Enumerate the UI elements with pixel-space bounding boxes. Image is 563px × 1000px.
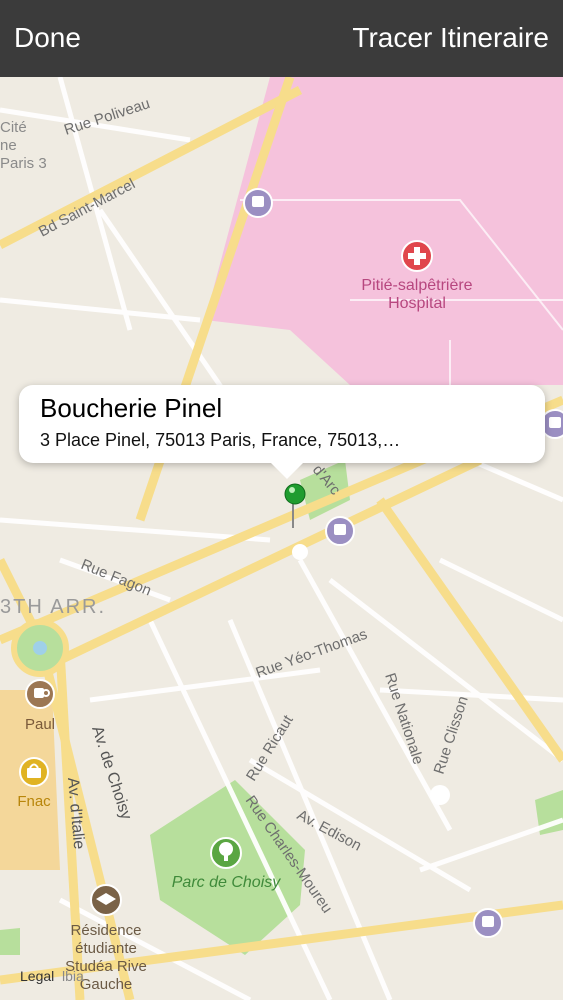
label-cite: Cité: [0, 119, 27, 136]
label-legal-suffix: lbia: [62, 968, 84, 984]
label-residence-4: Gauche: [80, 976, 133, 993]
transit-icon[interactable]: [243, 188, 273, 218]
legal-link[interactable]: Legal: [20, 968, 54, 984]
university-icon[interactable]: [90, 884, 122, 916]
label-residence-2: étudiante: [75, 940, 137, 957]
route-button[interactable]: Tracer Itineraire: [352, 22, 549, 54]
cafe-icon[interactable]: [25, 679, 55, 709]
place-address: 3 Place Pinel, 75013 Paris, France, 7501…: [40, 430, 401, 450]
label-cite-3: Paris 3: [0, 155, 47, 172]
label-arrondissement: 3TH ARR.: [0, 596, 106, 618]
transit-icon[interactable]: [473, 908, 503, 938]
map-view[interactable]: Rue Poliveau Bd Saint-Marcel Cité ne Par…: [0, 77, 563, 1000]
label-hospital-2: Hospital: [388, 295, 446, 312]
hospital-icon[interactable]: [401, 240, 433, 272]
place-callout[interactable]: Boucherie Pinel 3 Place Pinel, 75013 Par…: [19, 385, 545, 479]
label-residence-1: Résidence: [71, 922, 142, 939]
label-paul: Paul: [25, 716, 55, 733]
place-title: Boucherie Pinel: [40, 393, 223, 423]
label-fnac: Fnac: [17, 793, 51, 810]
label-cite-2: ne: [0, 137, 17, 154]
navigation-bar: Done Tracer Itineraire: [0, 0, 563, 77]
label-parc-de-choisy: Parc de Choisy: [172, 874, 281, 891]
done-button[interactable]: Done: [14, 22, 81, 54]
park-icon[interactable]: [210, 837, 242, 869]
label-hospital-1: Pitié-salpêtrière: [361, 277, 472, 294]
shopping-icon[interactable]: [19, 757, 49, 787]
transit-icon[interactable]: [325, 516, 355, 546]
